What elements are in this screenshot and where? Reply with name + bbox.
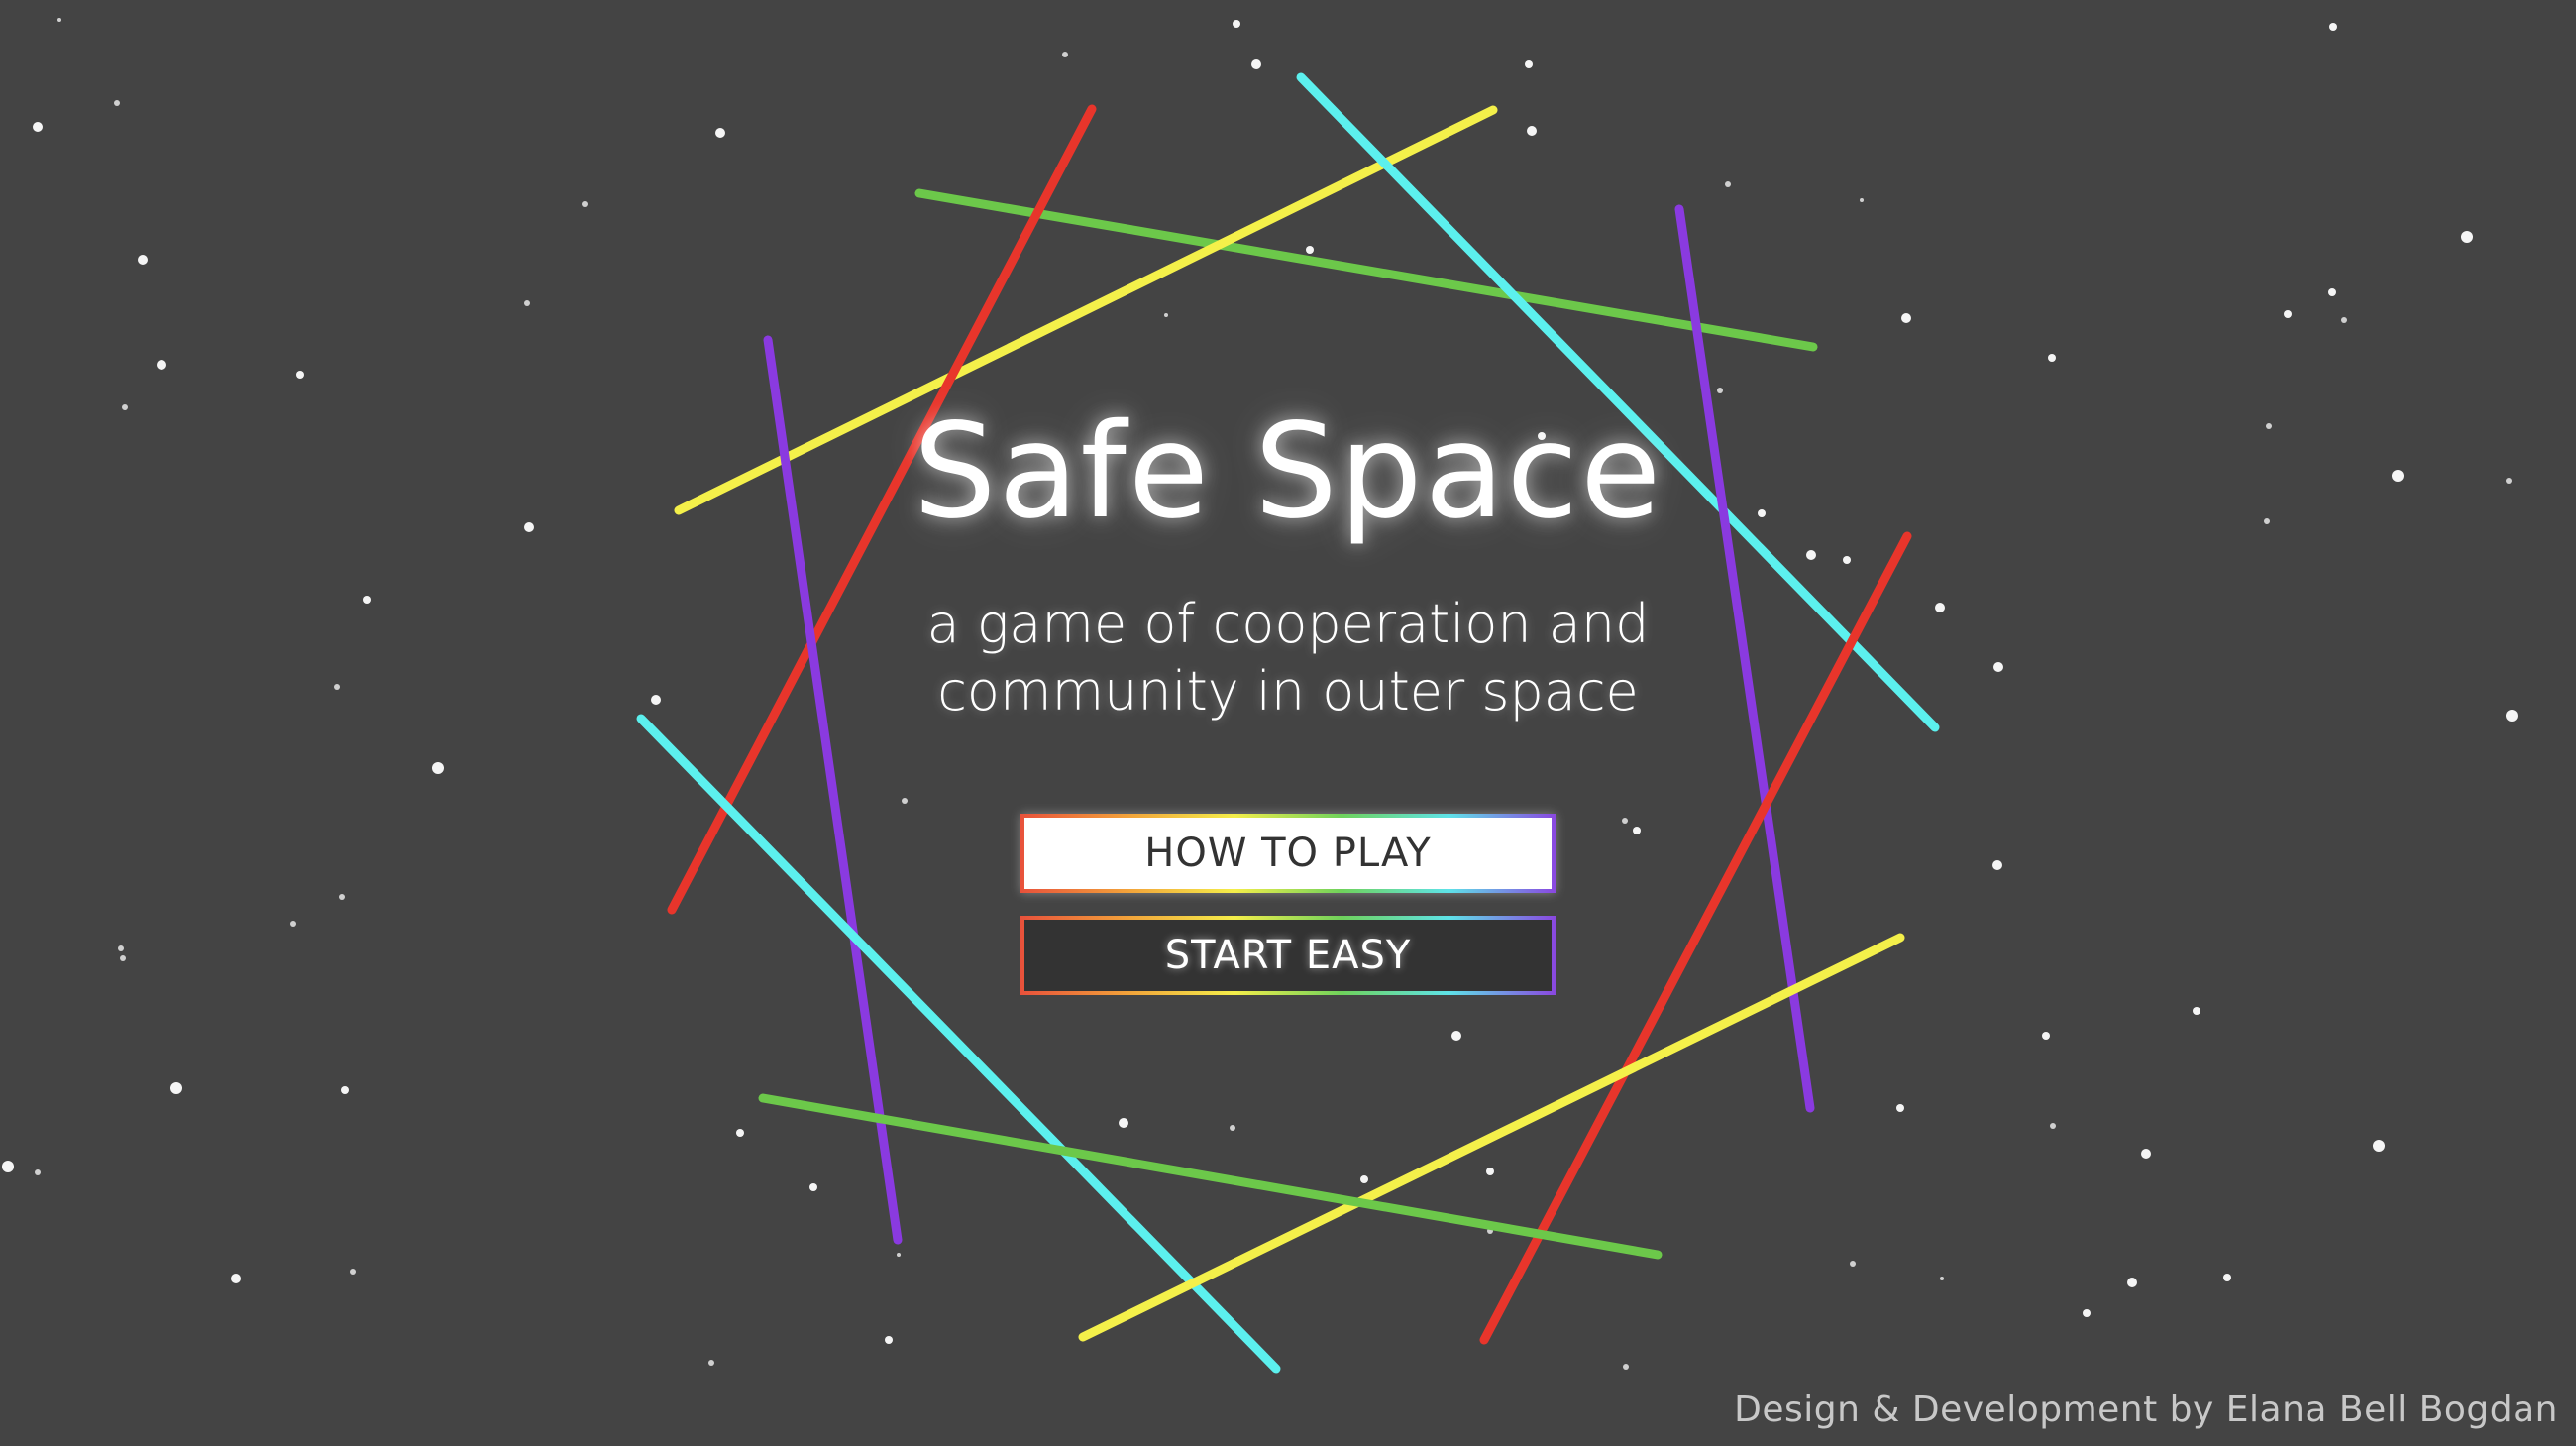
star-dot: [2050, 1123, 2056, 1129]
star-dot: [1527, 126, 1537, 136]
game-screen: Safe Space a game of cooperation and com…: [0, 0, 2576, 1446]
star-dot: [1164, 313, 1168, 317]
star-dot: [1850, 1261, 1856, 1267]
star-dot: [35, 1169, 41, 1175]
star-dot: [897, 1253, 901, 1257]
star-dot: [157, 360, 166, 370]
star-dot: [2141, 1149, 2151, 1159]
star-dot: [1486, 1168, 1494, 1175]
star-dot: [1525, 60, 1533, 68]
game-title: Safe Space: [912, 395, 1664, 548]
credit-text: Design & Development by Elana Bell Bogda…: [1734, 1390, 2558, 1430]
star-dot: [1360, 1175, 1368, 1183]
game-subtitle: a game of cooperation and community in o…: [0, 591, 2576, 725]
star-dot: [2127, 1278, 2137, 1287]
star-dot: [2461, 231, 2473, 243]
star-dot: [2083, 1309, 2091, 1317]
star-dot: [118, 945, 124, 951]
star-dot: [2193, 1007, 2200, 1015]
star-dot: [1843, 556, 1851, 564]
star-dot: [2329, 23, 2337, 31]
star-dot: [138, 255, 148, 265]
star-dot: [1233, 20, 1240, 28]
star-dot: [350, 1269, 356, 1275]
star-dot: [1062, 52, 1068, 57]
star-dot: [2373, 1140, 2385, 1152]
star-dot: [120, 955, 126, 961]
star-dot: [2048, 354, 2056, 362]
star-dot: [902, 798, 908, 804]
star-dot: [1992, 860, 2002, 870]
star-dot: [1623, 1364, 1629, 1370]
star-dot: [582, 201, 588, 207]
star-dot: [2284, 310, 2292, 318]
subtitle-line-2: community in outer space: [937, 660, 1639, 723]
star-dot: [1306, 246, 1314, 254]
star-dot: [1451, 1031, 1461, 1041]
star-dot: [885, 1336, 893, 1344]
star-dot: [1633, 827, 1641, 834]
star-dot: [432, 762, 444, 774]
star-dot: [524, 300, 530, 306]
star-dot: [1806, 550, 1816, 560]
star-dot: [1901, 313, 1911, 323]
star-dot: [341, 1086, 349, 1094]
star-dot: [1860, 198, 1864, 202]
star-dot: [1622, 818, 1628, 824]
star-dot: [809, 1183, 817, 1191]
star-dot: [1230, 1125, 1235, 1131]
star-dot: [2, 1161, 14, 1172]
star-dot: [736, 1129, 744, 1137]
star-dot: [2042, 1032, 2050, 1040]
star-dot: [2328, 288, 2336, 296]
yellow-laser-beam-9: [1078, 933, 1905, 1342]
star-dot: [715, 128, 725, 138]
star-dot: [170, 1082, 182, 1094]
star-dot: [1251, 59, 1261, 69]
star-dot: [1119, 1118, 1128, 1128]
star-dot: [2223, 1274, 2231, 1281]
star-dot: [33, 122, 43, 132]
star-dot: [1717, 388, 1723, 393]
star-dot: [1725, 181, 1731, 187]
how-to-play-button[interactable]: HOW TO PLAY: [1020, 814, 1556, 893]
star-dot: [296, 371, 304, 379]
star-dot: [2341, 317, 2347, 323]
star-dot: [57, 18, 61, 22]
star-dot: [1940, 1277, 1944, 1280]
star-dot: [1896, 1104, 1904, 1112]
star-dot: [290, 921, 296, 927]
star-dot: [231, 1274, 241, 1283]
subtitle-line-1: a game of cooperation and: [926, 593, 1650, 655]
star-dot: [114, 100, 120, 106]
star-dot: [339, 894, 345, 900]
start-easy-button[interactable]: START EASY: [1020, 916, 1556, 995]
star-dot: [708, 1360, 714, 1366]
